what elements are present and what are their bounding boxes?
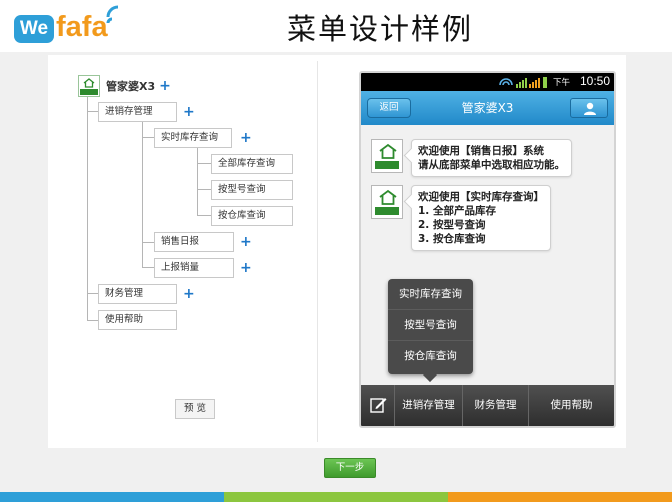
menu-node-help[interactable]: 使用帮助 xyxy=(98,310,177,330)
strip-blue xyxy=(0,492,224,502)
popup-item-by-model[interactable]: 按型号查询 xyxy=(388,310,473,341)
main-panel: 管家婆X3 + 进销存管理 + 实时库存查询 + 全部库存查询 按型号查询 按仓… xyxy=(48,55,626,448)
add-child-icon[interactable]: + xyxy=(240,261,252,275)
tree-line xyxy=(142,242,154,243)
user-button[interactable] xyxy=(570,98,608,118)
next-step-button[interactable]: 下一步 xyxy=(324,458,376,478)
add-child-icon[interactable]: + xyxy=(183,105,195,119)
tree-line xyxy=(87,97,88,321)
add-child-icon[interactable]: + xyxy=(240,235,252,249)
avatar xyxy=(371,139,403,173)
menu-node-daily-sales[interactable]: 销售日报 xyxy=(154,232,234,252)
menu-node-by-warehouse[interactable]: 按仓库查询 xyxy=(211,206,293,226)
status-ampm: 下午 xyxy=(552,78,570,88)
header: We fafa 菜单设计样例 xyxy=(0,0,672,52)
tree-line xyxy=(197,215,211,216)
popup-item-by-warehouse[interactable]: 按仓库查询 xyxy=(388,341,473,372)
wefafa-logo: We fafa xyxy=(14,5,126,49)
logo-we: We xyxy=(14,15,54,43)
message-line: 欢迎使用【销售日报】系统 xyxy=(418,145,544,157)
menu-node-by-model[interactable]: 按型号查询 xyxy=(211,180,293,200)
message-line: 欢迎使用【实时库存查询】 xyxy=(418,191,544,203)
bottom-menu-jinxiaocun[interactable]: 进销存管理 xyxy=(395,385,463,426)
wifi-icon xyxy=(106,5,119,24)
message-line: 2. 按型号查询 xyxy=(418,219,486,231)
message-line: 1. 全部产品库存 xyxy=(418,205,496,217)
menu-node-all-stock[interactable]: 全部库存查询 xyxy=(211,154,293,174)
tree-line xyxy=(142,122,143,268)
bottom-menu-bar: 进销存管理 财务管理 使用帮助 xyxy=(361,385,614,426)
menu-editor: 管家婆X3 + 进销存管理 + 实时库存查询 + 全部库存查询 按型号查询 按仓… xyxy=(58,61,318,442)
tree-line xyxy=(197,189,211,190)
menu-node-realtime-stock[interactable]: 实时库存查询 xyxy=(154,128,232,148)
tree-line xyxy=(197,147,198,216)
back-button[interactable]: 返回 xyxy=(367,98,411,118)
popup-item-realtime-stock[interactable]: 实时库存查询 xyxy=(388,279,473,310)
menu-node-jinxiaocun[interactable]: 进销存管理 xyxy=(98,102,177,122)
tree-line xyxy=(142,267,154,268)
user-icon xyxy=(584,102,596,115)
root-name: 管家婆X3 xyxy=(106,80,156,93)
phone-preview: 下午 10:50 返回 管家婆X3 欢迎使用【销售日报】系统 请从底部菜单中选取… xyxy=(359,71,616,428)
signal-icon xyxy=(499,77,547,88)
message-line: 3. 按仓库查询 xyxy=(418,233,486,245)
add-root-child-icon[interactable]: + xyxy=(159,79,171,93)
submenu-popup: 实时库存查询 按型号查询 按仓库查询 xyxy=(388,279,473,374)
status-time: 10:50 xyxy=(579,74,610,88)
avatar xyxy=(371,185,403,219)
add-child-icon[interactable]: + xyxy=(240,131,252,145)
root-logo-icon xyxy=(78,75,100,97)
tree-line xyxy=(87,293,98,294)
menu-node-report-sales[interactable]: 上报销量 xyxy=(154,258,234,278)
app-title: 管家婆X3 xyxy=(461,101,514,115)
bottom-menu-finance[interactable]: 财务管理 xyxy=(463,385,529,426)
message-bubble: 欢迎使用【实时库存查询】 1. 全部产品库存 2. 按型号查询 3. 按仓库查询 xyxy=(411,185,551,251)
footer-color-strip xyxy=(0,492,672,502)
app-bar: 返回 管家婆X3 xyxy=(361,91,614,125)
preview-button[interactable]: 预 览 xyxy=(175,399,215,419)
tree-line xyxy=(87,320,98,321)
edit-icon xyxy=(370,398,387,413)
message-line: 请从底部菜单中选取相应功能。 xyxy=(418,159,565,171)
logo-fafa: fafa xyxy=(56,11,108,43)
strip-green xyxy=(224,492,448,502)
status-bar: 下午 10:50 xyxy=(361,73,614,91)
add-child-icon[interactable]: + xyxy=(183,287,195,301)
tree-root: 管家婆X3 + xyxy=(78,75,171,97)
message-bubble: 欢迎使用【销售日报】系统 请从底部菜单中选取相应功能。 xyxy=(411,139,572,177)
menu-node-finance[interactable]: 财务管理 xyxy=(98,284,177,304)
page-title: 菜单设计样例 xyxy=(286,12,473,46)
tree-line xyxy=(197,163,211,164)
keyboard-toggle-button[interactable] xyxy=(361,385,395,426)
strip-orange xyxy=(448,492,672,502)
bottom-menu-help[interactable]: 使用帮助 xyxy=(529,385,614,426)
tree-line xyxy=(87,111,98,112)
tree-line xyxy=(142,137,154,138)
